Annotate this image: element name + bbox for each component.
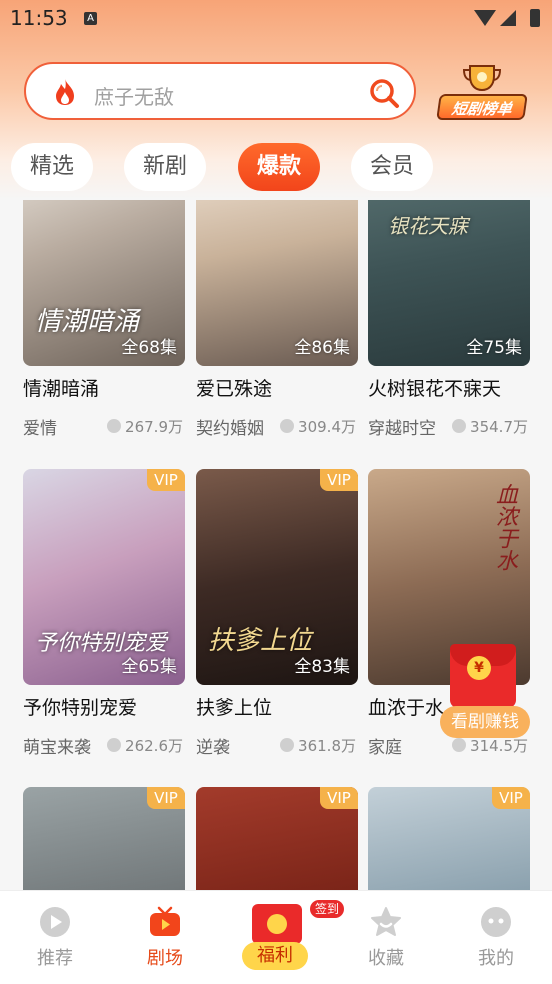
episode-count: 全75集: [466, 338, 522, 358]
tab-new[interactable]: 新剧: [124, 143, 206, 191]
watch-earn-reward-button[interactable]: ¥ 看剧赚钱: [440, 644, 530, 740]
play-count-icon: [280, 738, 295, 752]
status-bar: 11:53 A: [0, 0, 552, 38]
search-icon[interactable]: [368, 77, 400, 109]
play-circle-icon: [40, 907, 70, 937]
drama-rank-button[interactable]: 短剧榜单: [436, 64, 528, 124]
drama-title[interactable]: 予你特别宠爱: [23, 693, 137, 720]
drama-grid: 情潮暗涌 全68集 情潮暗涌 爱情 267.9万 全86集 爱已殊途 契约婚姻 …: [0, 200, 552, 890]
nav-label: 收藏: [368, 948, 404, 969]
tab-featured[interactable]: 精选: [11, 143, 93, 191]
search-placeholder[interactable]: 庶子无敌: [94, 81, 174, 110]
drama-genre: 爱情: [23, 419, 57, 439]
drama-poster[interactable]: VIP: [23, 787, 185, 890]
signal-icon: [500, 10, 516, 26]
nav-benefits[interactable]: 福利 签到: [240, 898, 344, 974]
drama-genre: 契约婚姻: [196, 419, 264, 439]
episode-count: 全65集: [121, 657, 177, 677]
tab-hot[interactable]: 爆款: [238, 143, 320, 191]
vip-badge: VIP: [147, 787, 185, 809]
rank-label: 短剧榜单: [436, 94, 528, 120]
drama-genre: 萌宝来袭: [23, 738, 91, 758]
view-count: 361.8万: [280, 735, 356, 756]
drama-poster[interactable]: VIP 予你特别宠爱 全65集: [23, 469, 185, 685]
drama-title[interactable]: 火树银花不寐天: [368, 374, 501, 401]
view-count: 267.9万: [107, 416, 183, 437]
vip-badge: VIP: [492, 787, 530, 809]
vip-badge: VIP: [147, 469, 185, 491]
episode-count: 全83集: [294, 657, 350, 677]
nav-label: 剧场: [147, 948, 183, 969]
notification-icon: A: [84, 12, 97, 25]
drama-poster[interactable]: VIP: [196, 787, 358, 890]
drama-title[interactable]: 情潮暗涌: [23, 374, 99, 401]
fire-icon: [56, 79, 74, 105]
category-tabs: 精选 新剧 爆款 会员: [0, 143, 552, 193]
play-count-icon: [452, 738, 467, 752]
play-count-icon: [452, 419, 467, 433]
drama-title[interactable]: 爱已殊途: [196, 374, 272, 401]
drama-poster[interactable]: 情潮暗涌 全68集: [23, 200, 185, 366]
tv-icon: [150, 906, 180, 936]
poster-caption: 银花天寐: [388, 214, 468, 238]
drama-poster[interactable]: 银花天寐 全75集: [368, 200, 530, 366]
drama-poster[interactable]: 全86集: [196, 200, 358, 366]
view-count: 354.7万: [452, 416, 528, 437]
episode-count: 全68集: [121, 338, 177, 358]
nav-label: 福利: [242, 942, 308, 970]
nav-label: 推荐: [37, 948, 73, 969]
play-count-icon: [107, 419, 122, 433]
drama-genre: 穿越时空: [368, 419, 436, 439]
status-time: 11:53: [10, 6, 68, 30]
star-icon: [371, 907, 401, 936]
profile-icon: [481, 907, 511, 937]
drama-poster[interactable]: VIP: [368, 787, 530, 890]
poster-caption: 血浓于水: [492, 483, 517, 571]
episode-count: 全86集: [294, 338, 350, 358]
drama-title[interactable]: 血浓于水: [368, 693, 444, 720]
coin-icon: [267, 914, 287, 934]
vip-badge: VIP: [320, 469, 358, 491]
view-count: 262.6万: [107, 735, 183, 756]
play-count-icon: [107, 738, 122, 752]
drama-genre: 家庭: [368, 738, 402, 758]
play-count-icon: [280, 419, 295, 433]
nav-profile[interactable]: 我的: [456, 906, 536, 976]
nav-favorites[interactable]: 收藏: [346, 906, 426, 976]
nav-theater[interactable]: 剧场: [125, 906, 205, 976]
checkin-badge: 签到: [310, 900, 344, 918]
drama-title[interactable]: 扶爹上位: [196, 693, 272, 720]
drama-genre: 逆袭: [196, 738, 230, 758]
view-count: 309.4万: [280, 416, 356, 437]
vip-badge: VIP: [320, 787, 358, 809]
battery-icon: [530, 9, 540, 27]
search-bar[interactable]: 庶子无敌: [24, 62, 416, 120]
wifi-icon: [474, 10, 496, 26]
nav-recommend[interactable]: 推荐: [15, 906, 95, 976]
tab-member[interactable]: 会员: [351, 143, 433, 191]
nav-label: 我的: [478, 948, 514, 969]
coin-icon: ¥: [467, 656, 491, 680]
drama-poster[interactable]: VIP 扶爹上位 全83集: [196, 469, 358, 685]
watch-earn-label: 看剧赚钱: [440, 706, 530, 738]
